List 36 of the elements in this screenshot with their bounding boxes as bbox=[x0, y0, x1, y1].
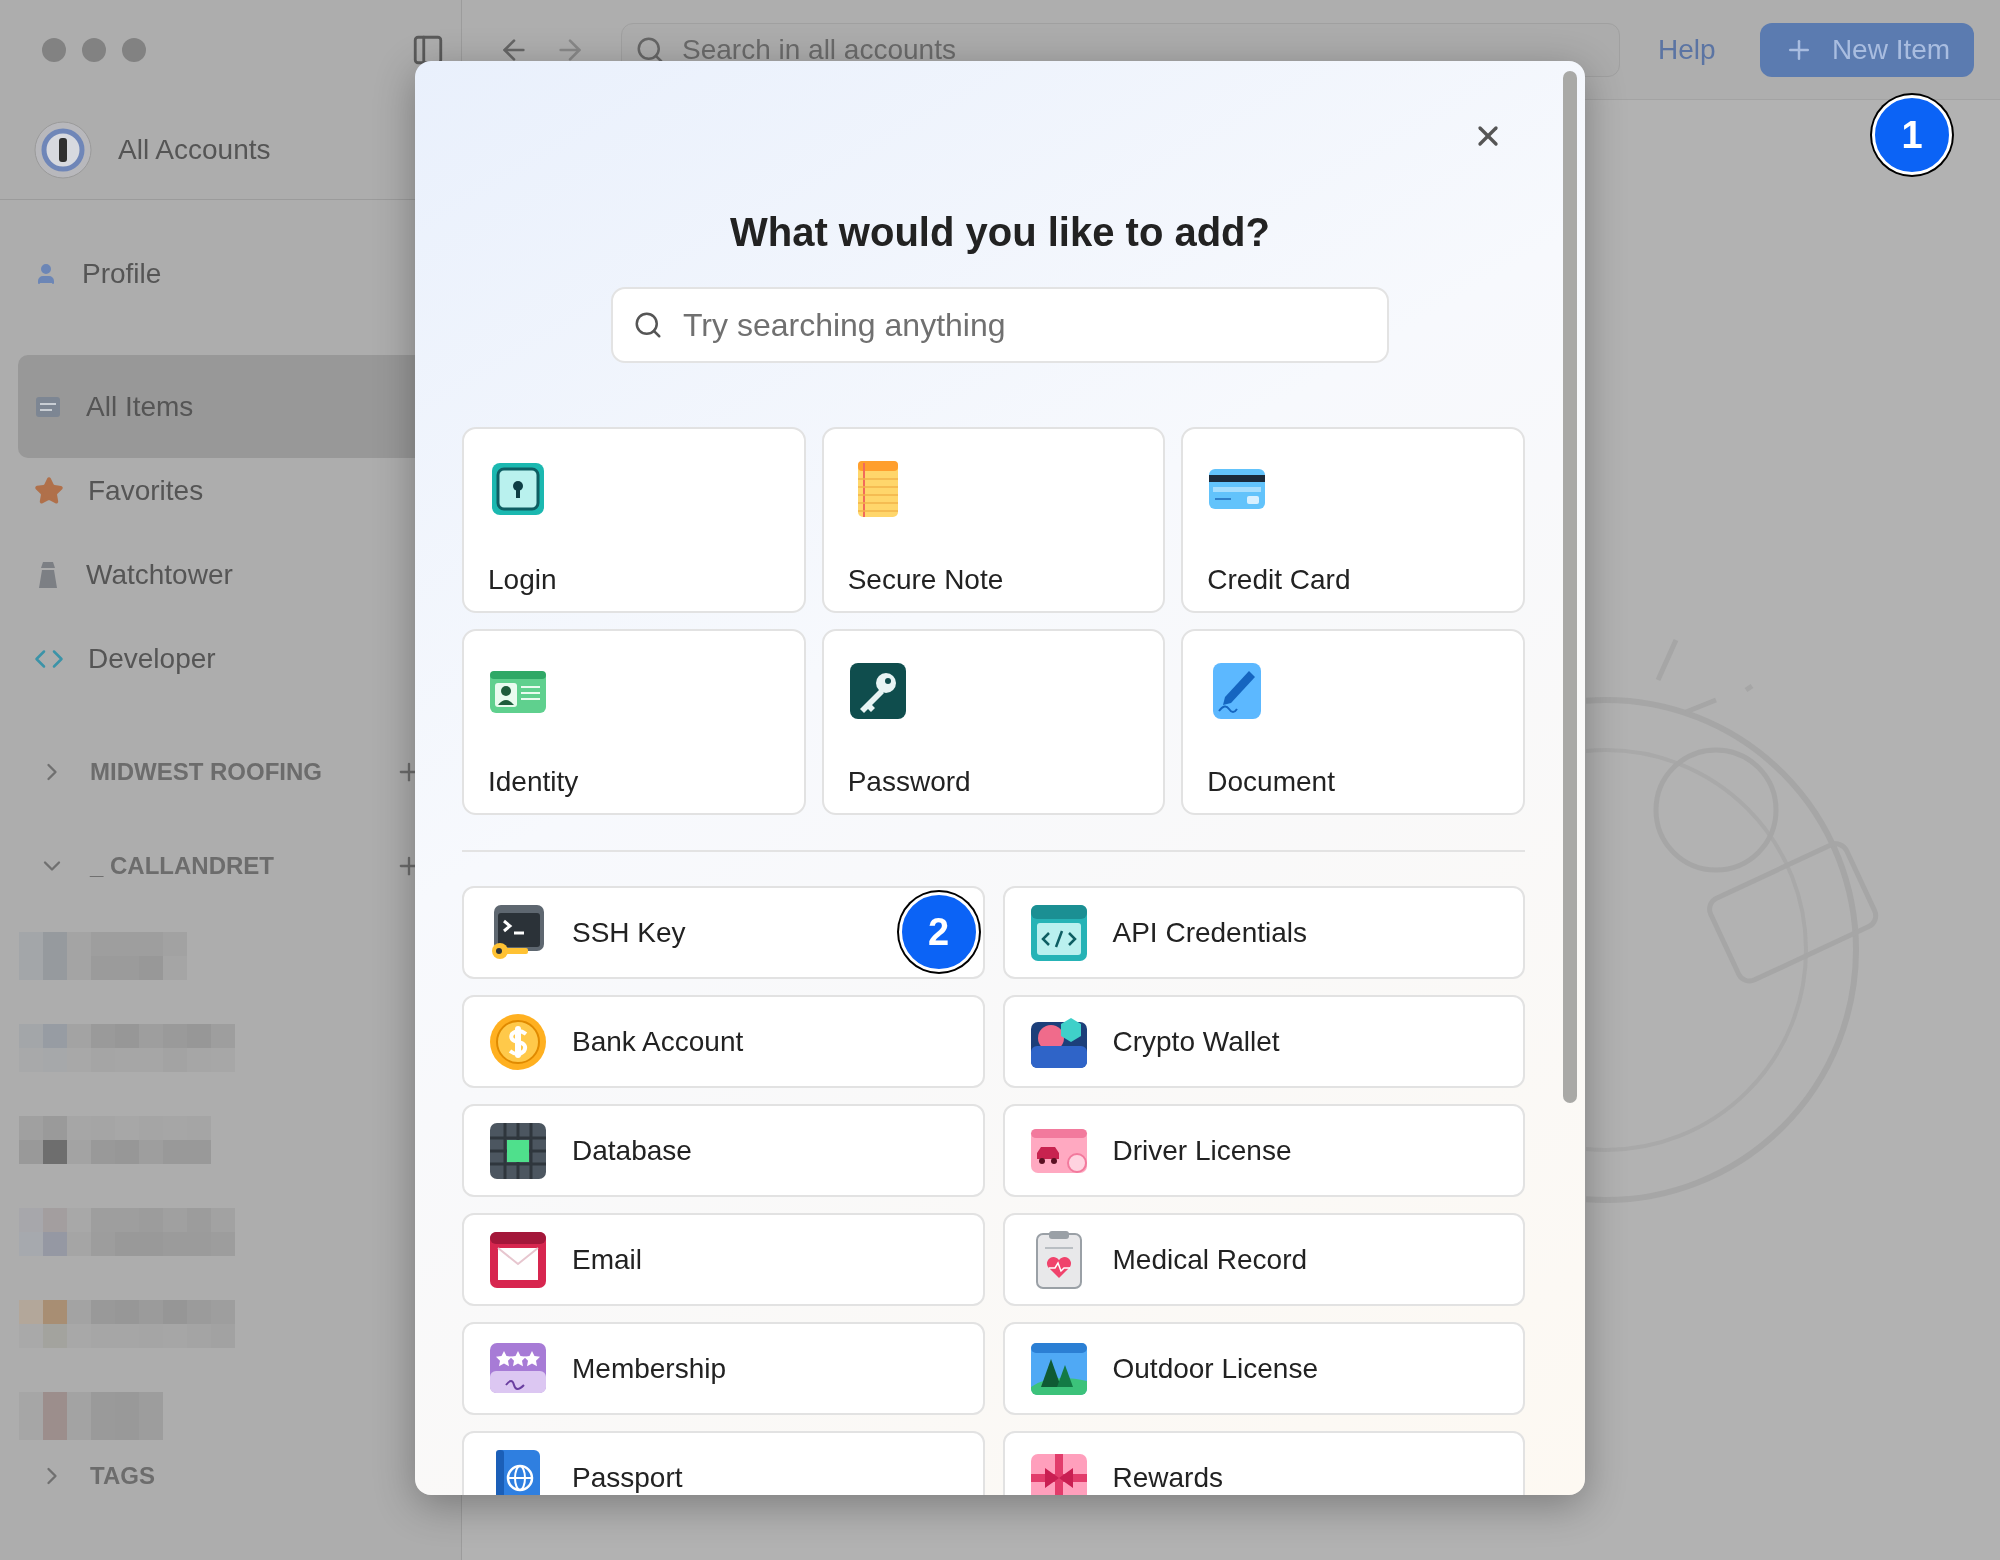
star-icon bbox=[34, 476, 64, 506]
item-type-row[interactable]: Crypto Wallet bbox=[1002, 995, 1525, 1088]
item-type-row[interactable]: Database bbox=[462, 1104, 985, 1197]
sidebar-toggle-icon[interactable] bbox=[411, 33, 445, 67]
key-icon bbox=[847, 661, 908, 721]
window-zoom-button[interactable] bbox=[122, 38, 146, 62]
item-type-card[interactable]: Document bbox=[1181, 629, 1525, 815]
item-type-row[interactable]: Membership bbox=[462, 1322, 985, 1415]
account-name: All Accounts bbox=[118, 132, 271, 167]
window-minimize-button[interactable] bbox=[82, 38, 106, 62]
search-icon bbox=[633, 310, 663, 340]
item-type-card[interactable]: Credit Card bbox=[1181, 427, 1525, 613]
item-type-row[interactable]: Medical Record bbox=[1002, 1213, 1525, 1306]
grid-icon bbox=[488, 1120, 548, 1181]
scrollbar[interactable] bbox=[1563, 71, 1577, 1103]
step-badge: 2 bbox=[898, 892, 979, 972]
item-type-row[interactable]: Email bbox=[462, 1213, 985, 1306]
item-type-card[interactable]: Login bbox=[462, 427, 806, 613]
item-type-row[interactable]: Outdoor License bbox=[1002, 1322, 1525, 1415]
envelope-icon bbox=[488, 1229, 548, 1290]
item-type-row[interactable]: SSH Key 2 bbox=[462, 886, 985, 979]
item-type-card[interactable]: Password bbox=[821, 629, 1166, 815]
step-badge: 1 bbox=[1872, 95, 1952, 175]
item-type-row[interactable]: API Credentials bbox=[1002, 886, 1525, 979]
category-search-field[interactable]: Try searching anything bbox=[611, 287, 1389, 363]
keyhole-logo-icon bbox=[34, 120, 92, 179]
dialog-title: What would you like to add? bbox=[729, 209, 1271, 256]
item-type-card[interactable]: Identity bbox=[462, 629, 806, 815]
item-type-row[interactable]: Bank Account bbox=[462, 995, 985, 1088]
item-type-row[interactable]: Rewards bbox=[1002, 1431, 1525, 1495]
code-window-icon bbox=[1028, 902, 1089, 963]
item-type-row[interactable]: Driver License bbox=[1002, 1104, 1525, 1197]
item-type-card[interactable]: Secure Note bbox=[821, 427, 1166, 613]
window-close-button[interactable] bbox=[42, 38, 66, 62]
item-type-row[interactable]: Passport bbox=[462, 1431, 985, 1495]
coin-icon bbox=[488, 1011, 548, 1072]
